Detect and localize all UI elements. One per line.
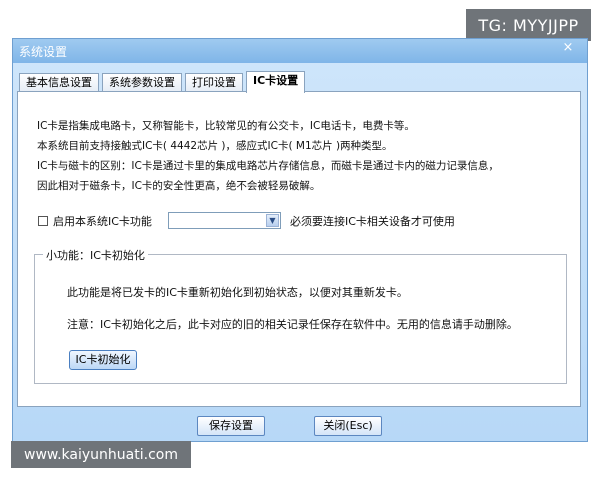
window-title: 系统设置 — [19, 45, 68, 59]
url-watermark-text: www.kaiyunhuati.com — [24, 446, 178, 463]
device-requirement-hint: 必须要连接IC卡相关设备才可使用 — [290, 215, 455, 228]
dropdown-button[interactable]: ▼ — [266, 214, 279, 227]
init-description: 此功能是将已发卡的IC卡重新初始化到初始状态，以便对其重新发卡。 — [67, 286, 408, 299]
settings-tabs: 基本信息设置 系统参数设置 打印设置 IC卡设置 — [19, 71, 308, 93]
save-settings-button[interactable]: 保存设置 — [197, 416, 265, 436]
ic-description: IC卡是指集成电路卡，又称智能卡，比较常见的有公交卡，IC电话卡，电费卡等。 本… — [37, 116, 499, 196]
ic-description-line: IC卡与磁卡的区别：IC卡是通过卡里的集成电路芯片存储信息，而磁卡是通过卡内的磁… — [37, 160, 499, 172]
ic-description-line: 因此相对于磁条卡，IC卡的安全性更高，绝不会被轻易破解。 — [37, 180, 321, 192]
ic-device-select[interactable]: ▼ — [168, 212, 281, 229]
ic-description-line: IC卡是指集成电路卡，又称智能卡，比较常见的有公交卡，IC电话卡，电费卡等。 — [37, 120, 415, 132]
enable-ic-row[interactable]: 启用本系统IC卡功能 — [38, 212, 152, 230]
settings-dialog: 系统设置 × 基本信息设置 系统参数设置 打印设置 IC卡设置 IC卡是指集成电… — [12, 38, 588, 442]
ic-init-button[interactable]: IC卡初始化 — [69, 350, 137, 370]
groupbox-title: 小功能：IC卡初始化 — [43, 247, 148, 263]
close-icon: × — [562, 40, 574, 55]
chevron-down-icon: ▼ — [269, 216, 276, 225]
tab-print[interactable]: 打印设置 — [185, 73, 243, 93]
title-bar: 系统设置 × — [13, 39, 587, 63]
ic-description-line: 本系统目前支持接触式IC卡( 4442芯片 )，感应式IC卡( M1芯片 )两种… — [37, 140, 393, 152]
url-watermark: www.kaiyunhuati.com — [11, 441, 191, 468]
enable-ic-checkbox[interactable] — [38, 216, 48, 226]
ic-card-panel: IC卡是指集成电路卡，又称智能卡，比较常见的有公交卡，IC电话卡，电费卡等。 本… — [17, 91, 581, 407]
close-button[interactable]: 关闭(Esc) — [314, 416, 382, 436]
enable-ic-label: 启用本系统IC卡功能 — [53, 215, 152, 228]
tg-watermark: TG: MYYJJPP — [466, 9, 591, 41]
init-warning: 注意：IC卡初始化之后，此卡对应的旧的相关记录任保存在软件中。无用的信息请手动删… — [67, 318, 518, 331]
tab-system-params[interactable]: 系统参数设置 — [102, 73, 182, 93]
tab-ic-card[interactable]: IC卡设置 — [246, 71, 306, 93]
window-close-button[interactable]: × — [557, 40, 579, 56]
screenshot-stage: TG: MYYJJPP 系统设置 × 基本信息设置 系统参数设置 打印设置 IC… — [0, 0, 600, 480]
tg-watermark-text: TG: MYYJJPP — [478, 15, 579, 35]
ic-init-groupbox: 小功能：IC卡初始化 此功能是将已发卡的IC卡重新初始化到初始状态，以便对其重新… — [34, 247, 567, 384]
tab-basic-info[interactable]: 基本信息设置 — [19, 73, 99, 93]
